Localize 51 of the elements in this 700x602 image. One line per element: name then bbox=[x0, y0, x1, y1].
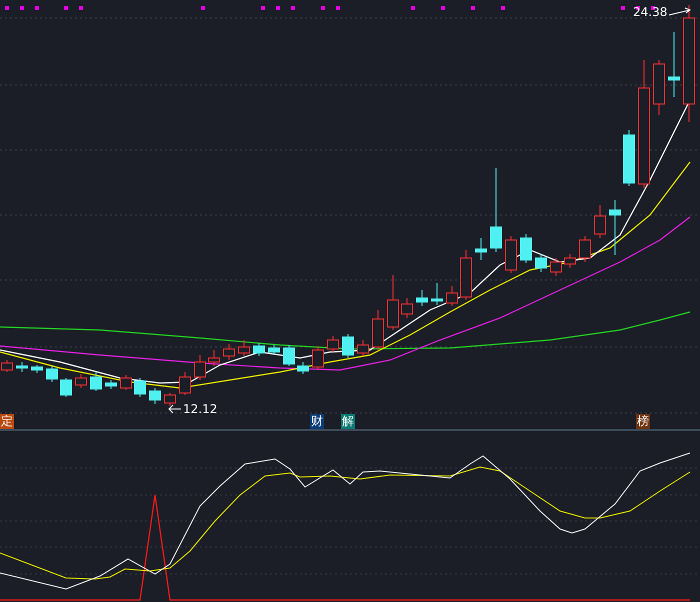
high-price-label: 24.38 bbox=[633, 5, 668, 19]
candlestick bbox=[297, 362, 309, 374]
candlestick bbox=[149, 388, 161, 404]
candlestick bbox=[164, 392, 176, 406]
candlestick bbox=[550, 258, 562, 276]
candlestick bbox=[105, 380, 117, 390]
candlestick bbox=[312, 346, 324, 370]
candlestick bbox=[609, 200, 621, 256]
candlestick bbox=[75, 374, 87, 388]
event-marker[interactable]: 解 bbox=[341, 414, 355, 429]
candlestick bbox=[460, 250, 472, 300]
candlestick bbox=[357, 340, 369, 356]
candlestick bbox=[431, 282, 443, 306]
candlestick bbox=[179, 372, 191, 396]
candlestick bbox=[623, 130, 635, 186]
candlestick bbox=[238, 340, 250, 356]
arrow-icon bbox=[668, 7, 692, 17]
candlestick bbox=[16, 362, 28, 372]
candlestick bbox=[268, 344, 280, 356]
candlestick bbox=[283, 344, 295, 366]
candlestick bbox=[475, 238, 487, 260]
candlestick bbox=[446, 286, 458, 306]
event-marker[interactable]: 财 bbox=[310, 414, 324, 429]
candlestick bbox=[401, 298, 413, 318]
low-price-label: 12.12 bbox=[183, 402, 218, 416]
candlestick bbox=[535, 254, 547, 272]
candlestick bbox=[668, 32, 680, 98]
candlestick bbox=[594, 204, 606, 238]
candlestick bbox=[579, 236, 591, 262]
candlestick bbox=[327, 336, 339, 352]
candlestick bbox=[387, 274, 399, 330]
candlestick bbox=[253, 342, 265, 356]
candlestick bbox=[194, 354, 206, 380]
candlestick bbox=[120, 374, 132, 390]
candlestick bbox=[505, 236, 517, 274]
arrow-icon bbox=[168, 404, 182, 414]
candlestick bbox=[223, 344, 235, 360]
candlestick bbox=[46, 366, 58, 382]
candlestick bbox=[653, 60, 665, 116]
candlestick bbox=[134, 378, 146, 398]
candlestick bbox=[342, 334, 354, 358]
candlestick bbox=[90, 372, 102, 392]
candlestick bbox=[564, 254, 576, 268]
candlestick bbox=[31, 364, 43, 374]
event-marker[interactable]: 定 bbox=[0, 414, 14, 429]
candlestick bbox=[60, 378, 72, 398]
candlestick bbox=[416, 290, 428, 306]
candlestick bbox=[208, 350, 220, 366]
candlestick bbox=[520, 234, 532, 264]
candlestick bbox=[372, 310, 384, 350]
event-marker[interactable]: 榜 bbox=[636, 414, 650, 429]
